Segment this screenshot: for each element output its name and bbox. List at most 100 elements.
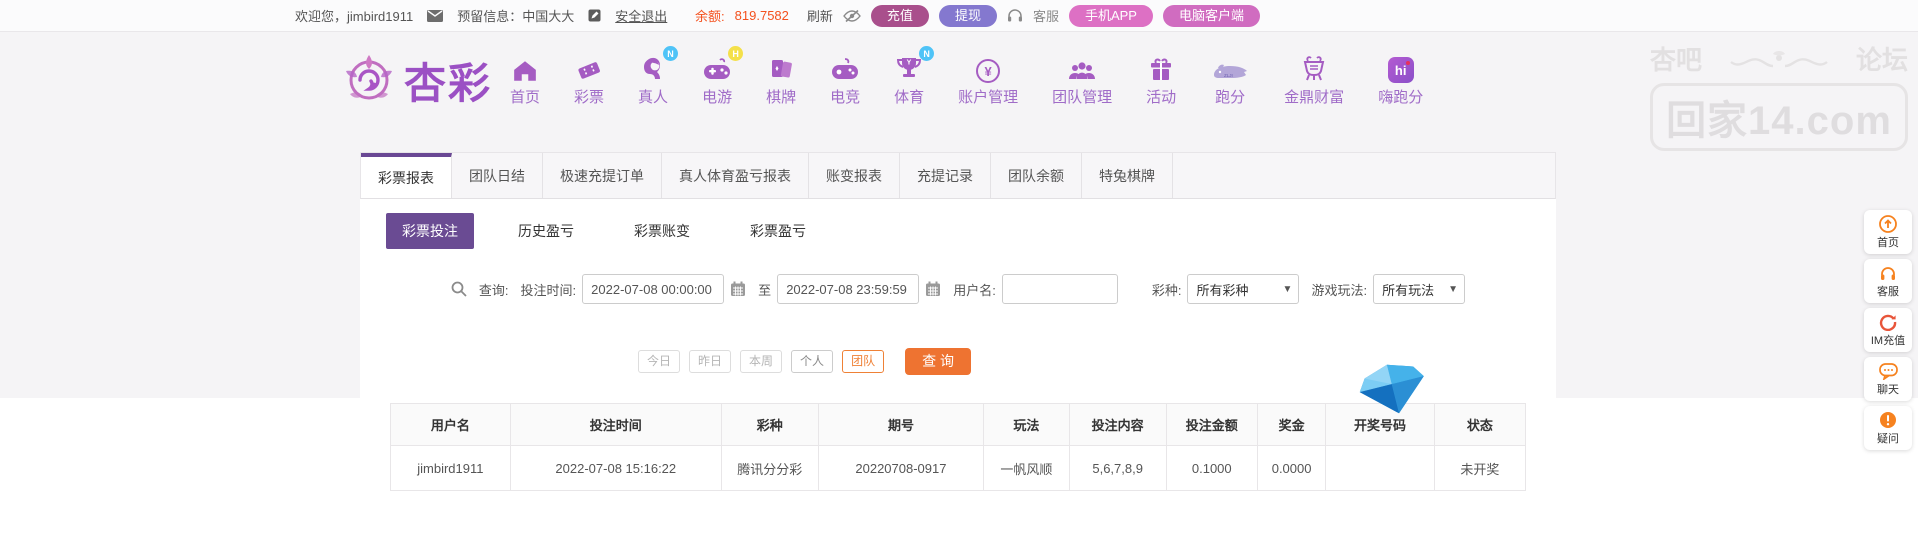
- tab-account-change[interactable]: 账变报表: [809, 153, 900, 198]
- tab-deposit-withdraw-records[interactable]: 充提记录: [900, 153, 991, 198]
- username-label: 用户名:: [953, 282, 996, 298]
- col-prize: 奖金: [1256, 403, 1327, 446]
- username-input[interactable]: [1001, 274, 1118, 304]
- ticket-icon: [575, 53, 603, 83]
- personal-button[interactable]: 个人: [791, 350, 834, 373]
- exclamation-circle-icon: [1879, 411, 1897, 429]
- page: 欢迎您，jimbird1911 预留信息：中国大大 安全退出 余额: 819.7…: [0, 0, 1918, 548]
- float-question-button[interactable]: 疑问: [1864, 406, 1912, 450]
- ding-cauldron-icon: [1300, 53, 1328, 83]
- lotus-logo-icon: [340, 51, 398, 109]
- tab-quick-orders[interactable]: 极速充提订单: [543, 153, 662, 198]
- nav-item-hipaofen[interactable]: hi 嗨跑分: [1378, 53, 1423, 107]
- float-home-button[interactable]: 首页: [1864, 210, 1912, 254]
- balance-value: 819.7582: [734, 8, 789, 23]
- cell-bet-amount: 0.1000: [1165, 445, 1258, 491]
- nav-item-promo[interactable]: 活动: [1146, 53, 1176, 107]
- chat-bubble-icon: [1878, 362, 1898, 380]
- top-bar: 欢迎您，jimbird1911 预留信息：中国大大 安全退出 余额: 819.7…: [0, 0, 1918, 32]
- col-lottery: 彩种: [720, 403, 819, 446]
- circular-arrow-icon: [1879, 313, 1897, 331]
- cell-username: jimbird1911: [390, 445, 511, 491]
- esports-icon: [830, 53, 860, 83]
- coin-icon: ¥: [976, 53, 1001, 83]
- main-nav: 首页 彩票 N 真人 H 电游 棋牌 电竞 Y N 体育 ¥ 账户管理 团队管理…: [510, 46, 1423, 107]
- nav-item-home[interactable]: 首页: [510, 53, 540, 107]
- float-im-recharge-button[interactable]: IM充值: [1864, 308, 1912, 352]
- col-status: 状态: [1433, 403, 1527, 446]
- cell-draw-number: [1325, 445, 1435, 491]
- end-time-input[interactable]: [777, 274, 920, 304]
- search-icon: [451, 281, 467, 297]
- service-link[interactable]: 客服: [1033, 6, 1059, 25]
- withdraw-button[interactable]: 提现: [938, 4, 997, 27]
- tab-lottery-report[interactable]: 彩票报表: [361, 153, 452, 198]
- eye-off-icon[interactable]: [843, 9, 861, 23]
- col-play: 玩法: [983, 403, 1070, 446]
- watermark-right: 论坛: [1855, 45, 1908, 75]
- home-icon: [512, 53, 538, 83]
- cell-lottery: 腾讯分分彩: [720, 445, 819, 491]
- team-button[interactable]: 团队: [842, 350, 885, 373]
- gem-icon: [1359, 364, 1424, 414]
- play-type-select[interactable]: 所有玩法 ▼: [1373, 274, 1466, 304]
- brand-logo-text: 杏彩: [404, 61, 493, 108]
- calendar-icon[interactable]: [925, 281, 941, 297]
- nav-item-live[interactable]: N 真人: [638, 46, 679, 107]
- calendar-icon[interactable]: [730, 281, 746, 297]
- subtab-history-pl[interactable]: 历史盈亏: [502, 213, 590, 249]
- reserved-info-text: 预留信息：中国大大: [457, 9, 575, 24]
- cell-play: 一帆风顺: [983, 445, 1070, 491]
- tab-live-sports-pl[interactable]: 真人体育盈亏报表: [662, 153, 809, 198]
- col-bet-amount: 投注金额: [1165, 403, 1258, 446]
- nav-item-team[interactable]: 团队管理: [1052, 53, 1112, 107]
- watermark-left: 杏吧: [1650, 45, 1703, 75]
- nav-item-account[interactable]: ¥ 账户管理: [958, 53, 1018, 107]
- logout-link[interactable]: 安全退出: [615, 6, 667, 25]
- nav-item-lottery[interactable]: 彩票: [574, 53, 604, 107]
- cell-bet-content: 5,6,7,8,9: [1068, 445, 1167, 491]
- play-type-label: 游戏玩法:: [1311, 282, 1368, 298]
- deposit-button[interactable]: 充值: [870, 4, 929, 27]
- subtab-lottery-bets[interactable]: 彩票投注: [386, 213, 474, 249]
- yesterday-button[interactable]: 昨日: [689, 350, 732, 373]
- gift-icon: [1148, 53, 1174, 83]
- float-chat-button[interactable]: 聊天: [1864, 357, 1912, 401]
- chevron-down-icon: ▼: [1282, 283, 1293, 295]
- tab-team-balance[interactable]: 团队余额: [991, 153, 1082, 198]
- mail-icon[interactable]: [427, 9, 444, 22]
- sub-tabs: 彩票投注 历史盈亏 彩票账变 彩票盈亏: [386, 213, 1556, 249]
- nav-item-cards[interactable]: 棋牌: [766, 53, 796, 107]
- subtab-lottery-pl[interactable]: 彩票盈亏: [734, 213, 822, 249]
- lottery-type-select[interactable]: 所有彩种 ▼: [1187, 274, 1300, 304]
- refresh-link[interactable]: 刷新: [807, 6, 833, 25]
- headset-icon: [1007, 8, 1023, 23]
- gamepad-icon: H: [702, 46, 744, 83]
- watermark-domain: 回家14.com: [1650, 83, 1908, 151]
- edit-icon[interactable]: [588, 9, 601, 22]
- search-button[interactable]: 查 询: [905, 348, 971, 375]
- site-header: 杏彩 首页 彩票 N 真人 H 电游 棋牌 电竞 Y N 体育 ¥ 账户管理 团…: [0, 32, 1918, 128]
- nav-item-esports[interactable]: 电竞: [830, 53, 860, 107]
- today-button[interactable]: 今日: [638, 350, 681, 373]
- rhino-icon: ZLJI: [1210, 53, 1250, 83]
- brand-logo[interactable]: 杏彩: [340, 50, 492, 111]
- nav-item-sports[interactable]: Y N 体育: [894, 46, 935, 107]
- floating-sidebar: 首页 客服 IM充值 聊天 疑问: [1864, 210, 1912, 450]
- nav-item-jinding[interactable]: 金鼎财富: [1284, 53, 1344, 107]
- pc-client-button[interactable]: 电脑客户端: [1162, 4, 1260, 27]
- svg-text:Y: Y: [907, 60, 912, 67]
- nav-item-egames[interactable]: H 电游: [702, 46, 744, 107]
- live-person-icon: N: [639, 46, 679, 83]
- report-panel: 彩票报表 团队日结 极速充提订单 真人体育盈亏报表 账变报表 充提记录 团队余额…: [360, 152, 1556, 548]
- chevron-down-icon: ▼: [1448, 283, 1459, 295]
- float-service-button[interactable]: 客服: [1864, 259, 1912, 303]
- subtab-lottery-account-change[interactable]: 彩票账变: [618, 213, 706, 249]
- nav-item-paofen[interactable]: ZLJI 跑分: [1210, 53, 1250, 107]
- tab-team-daily[interactable]: 团队日结: [452, 153, 543, 198]
- this-week-button[interactable]: 本周: [740, 350, 783, 373]
- start-time-input[interactable]: [582, 274, 725, 304]
- mobile-app-button[interactable]: 手机APP: [1068, 4, 1153, 27]
- diamond-widget[interactable]: [1352, 360, 1434, 418]
- tab-special-boardgames[interactable]: 特兔棋牌: [1082, 153, 1173, 198]
